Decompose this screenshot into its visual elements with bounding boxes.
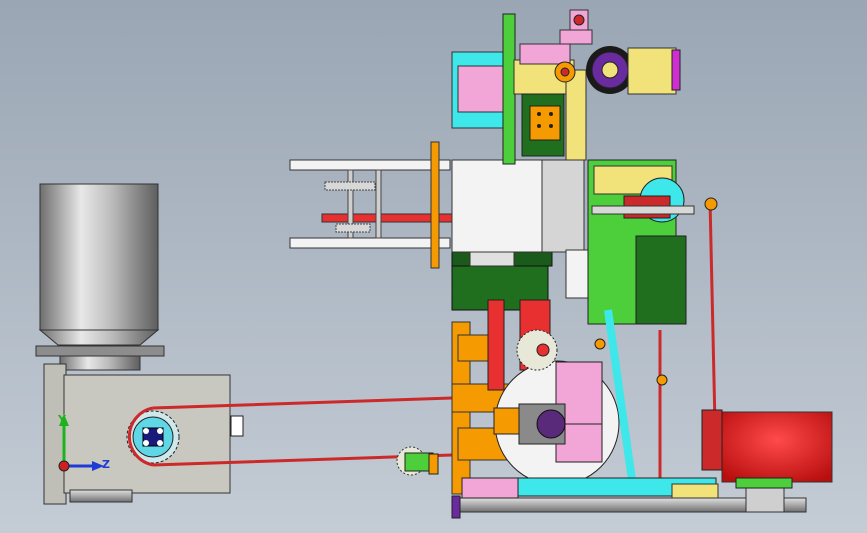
axis-z-label: Z [102,458,110,471]
axis-y-label: Y [58,413,66,426]
cad-viewport[interactable]: Y Z [0,0,867,533]
electric-motor[interactable] [701,409,833,489]
machine-assembly-drawing[interactable] [0,0,867,533]
